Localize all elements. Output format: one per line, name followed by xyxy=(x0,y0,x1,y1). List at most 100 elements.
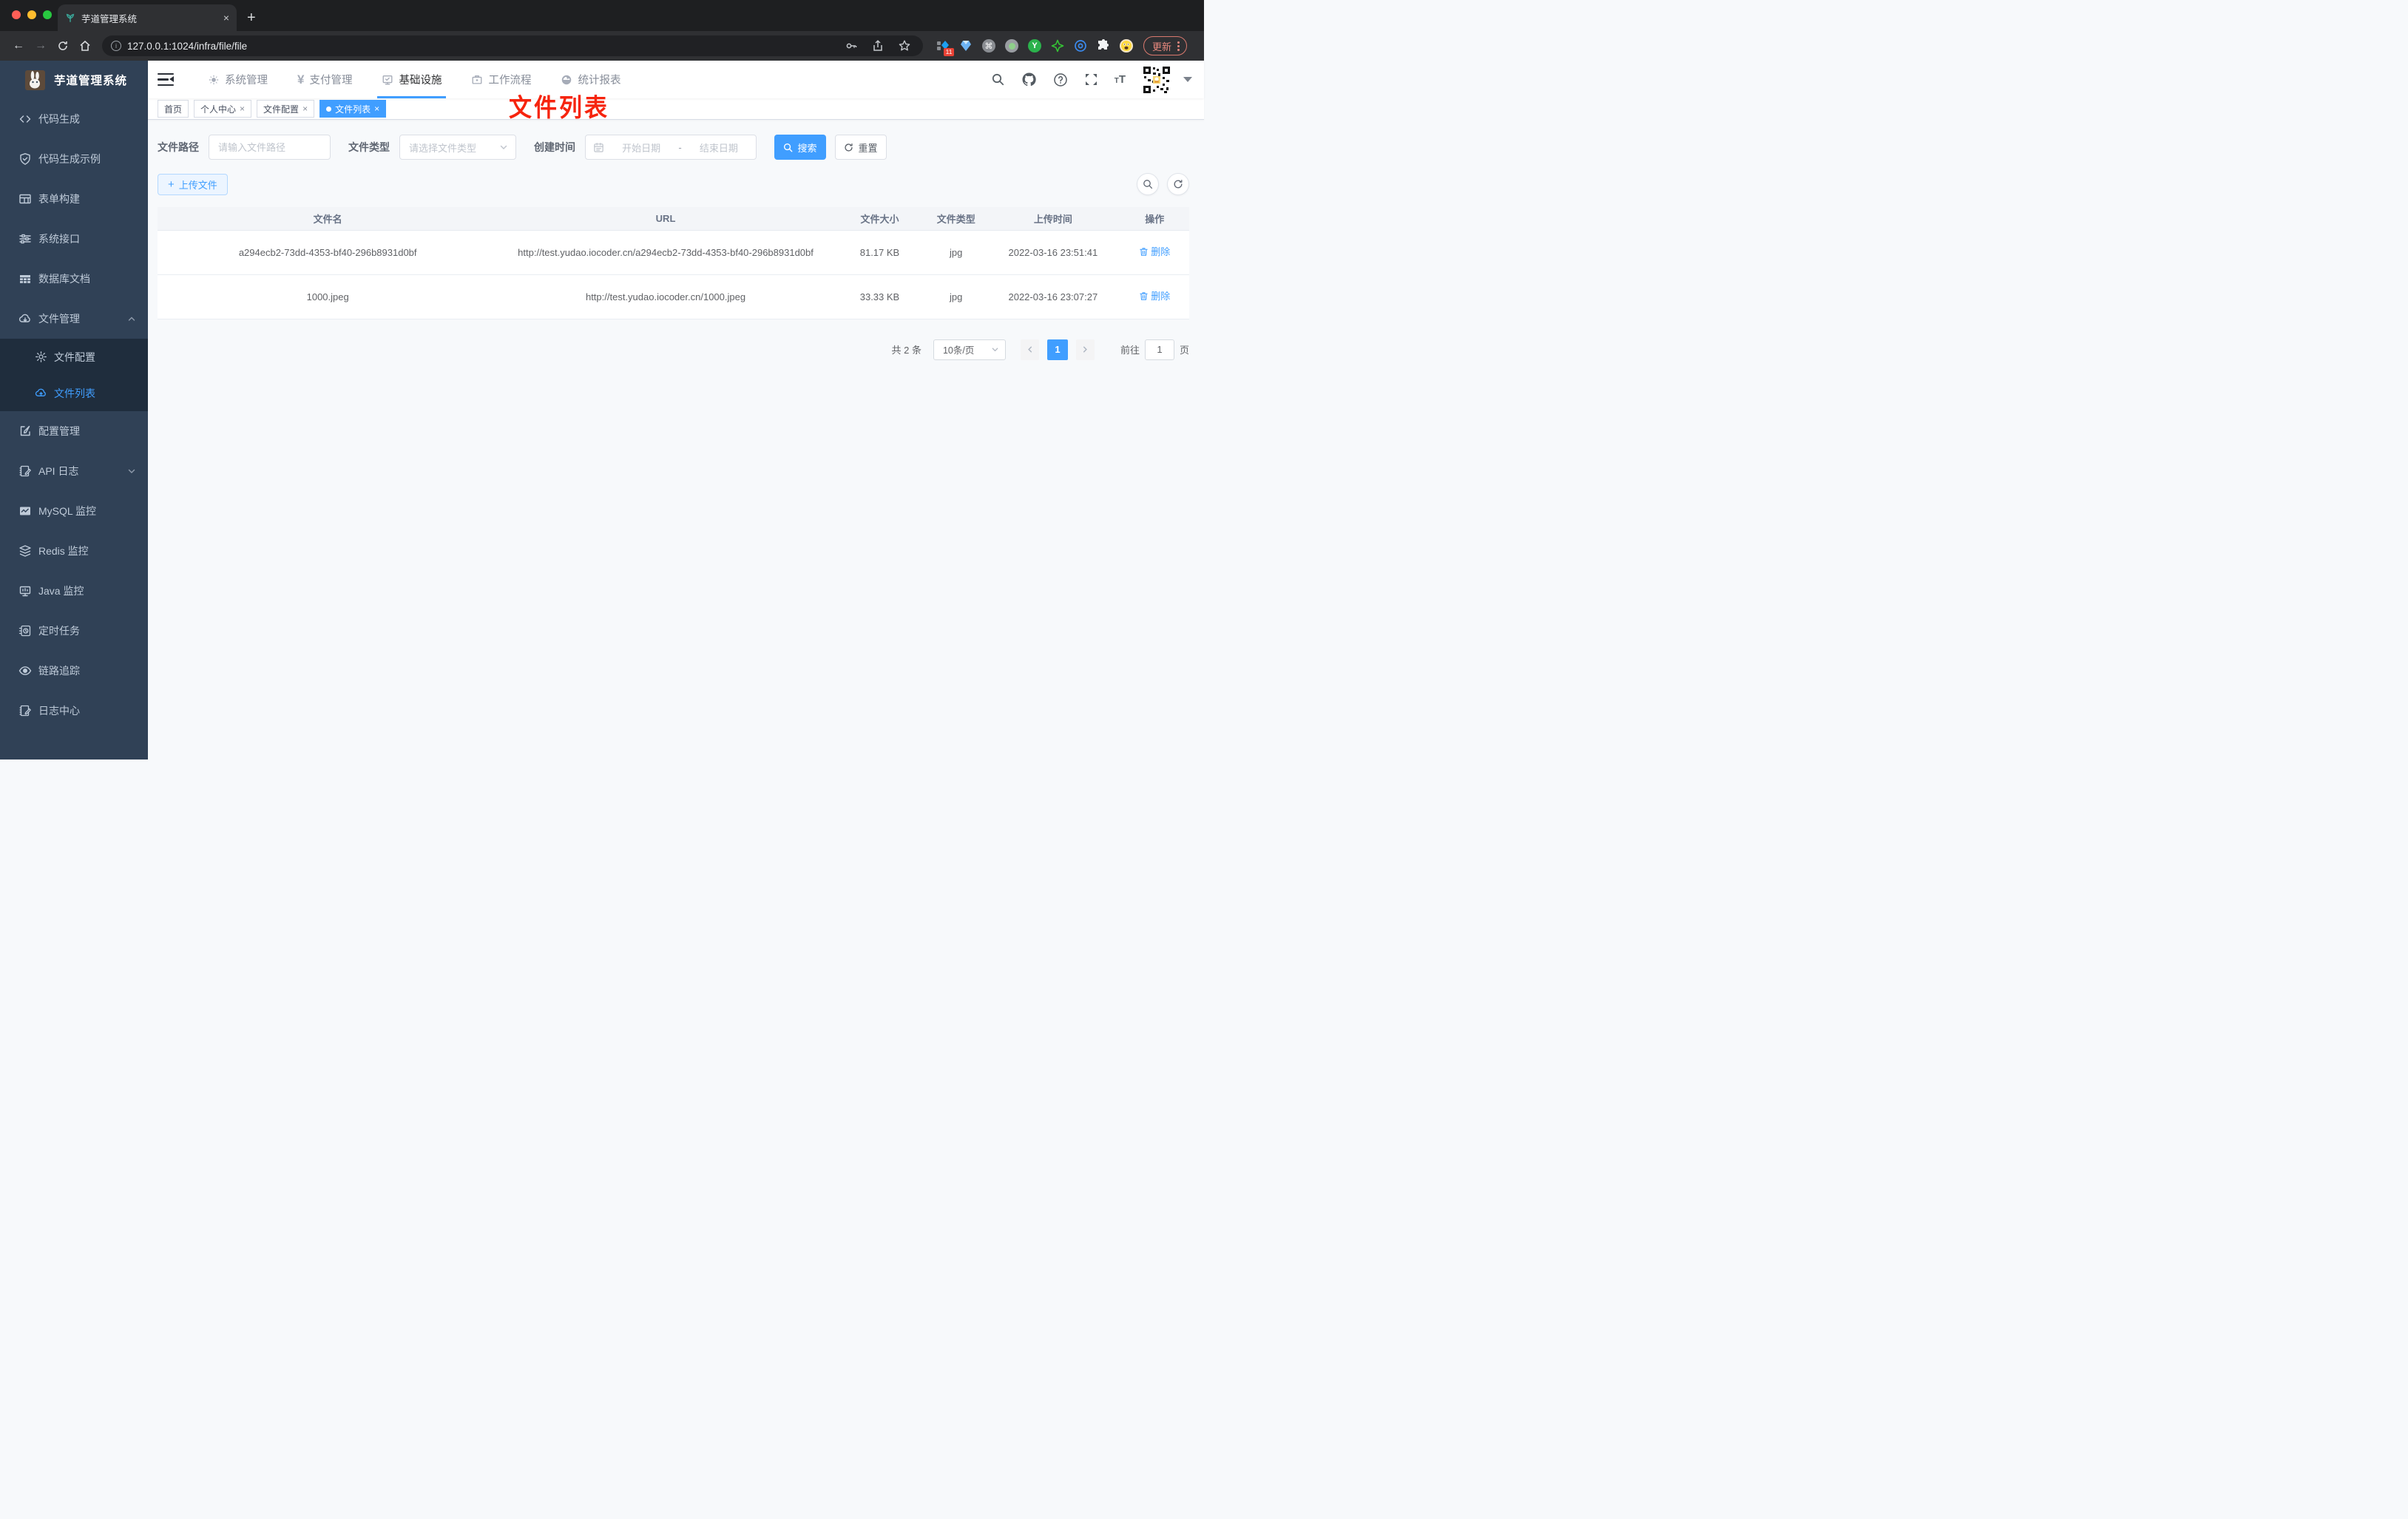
new-tab-button[interactable]: + xyxy=(247,10,256,27)
browser-tab[interactable]: 芋道管理系统 × xyxy=(58,4,237,31)
tag-file-config[interactable]: 文件配置 × xyxy=(257,100,315,118)
sidebar-item-form-builder[interactable]: 表单构建 xyxy=(0,179,148,219)
sidebar-item-config-management[interactable]: 配置管理 xyxy=(0,411,148,451)
prev-page-button[interactable] xyxy=(1020,339,1039,360)
tag-file-list[interactable]: 文件列表 × xyxy=(319,100,387,118)
avatar[interactable] xyxy=(1142,64,1171,95)
github-icon[interactable] xyxy=(1021,72,1037,87)
sidebar-item-mysql-monitor[interactable]: MySQL 监控 xyxy=(0,491,148,531)
tag-profile[interactable]: 个人中心 × xyxy=(194,100,252,118)
filter-form: 文件路径 文件类型 请选择文件类型 创建时间 开始日期 - 结束日期 搜索 xyxy=(158,135,1189,160)
extension-command-icon[interactable]: ⌘ xyxy=(982,39,995,53)
schedule-clock-icon xyxy=(18,625,31,637)
password-key-icon[interactable] xyxy=(845,39,858,53)
trash-icon xyxy=(1140,291,1148,300)
window-close-button[interactable] xyxy=(12,10,21,19)
sidebar-item-system-api[interactable]: 系统接口 xyxy=(0,219,148,259)
sidebar-item-code-example[interactable]: 代码生成示例 xyxy=(0,139,148,179)
extensions-puzzle-icon[interactable] xyxy=(1097,39,1110,53)
upload-file-button[interactable]: + 上传文件 xyxy=(158,173,228,195)
fullscreen-icon[interactable] xyxy=(1084,72,1098,87)
reload-icon[interactable] xyxy=(52,40,74,52)
avatar-caret-icon[interactable] xyxy=(1183,77,1192,82)
gear-icon xyxy=(209,74,219,85)
sidebar-item-redis-monitor[interactable]: Redis 监控 xyxy=(0,531,148,571)
table-icon xyxy=(20,275,30,283)
start-date-placeholder: 开始日期 xyxy=(622,142,661,154)
search-icon[interactable] xyxy=(991,72,1005,87)
sidebar-item-file-management[interactable]: 文件管理 xyxy=(0,299,148,339)
page-unit-label: 页 xyxy=(1179,345,1189,356)
font-size-icon[interactable]: TT xyxy=(1115,73,1126,86)
top-nav-infrastructure[interactable]: 基础设施 xyxy=(367,61,456,98)
cell-url: http://test.yudao.iocoder.cn/a294ecb2-73… xyxy=(498,230,833,275)
search-icon xyxy=(784,143,793,152)
cloud-upload-icon xyxy=(35,388,46,396)
sidebar-item-log-center[interactable]: 日志中心 xyxy=(0,691,148,731)
current-page[interactable]: 1 xyxy=(1046,339,1068,360)
chrome-update-button[interactable]: 更新 xyxy=(1143,36,1188,55)
url-bar[interactable]: i 127.0.0.1:1024/infra/file/file xyxy=(102,35,923,56)
extension-gem-icon[interactable] xyxy=(959,39,973,53)
goto-page-input[interactable] xyxy=(1144,339,1174,360)
sidebar-item-scheduled-tasks[interactable]: 定时任务 xyxy=(0,611,148,651)
refresh-icon xyxy=(845,143,853,152)
refresh-icon xyxy=(1174,180,1183,189)
tag-close-icon[interactable]: × xyxy=(374,104,379,114)
extension-badge: 11 xyxy=(944,47,954,56)
window-controls[interactable] xyxy=(12,10,52,19)
sidebar-item-java-monitor[interactable]: Java 监控 xyxy=(0,571,148,611)
file-path-input[interactable] xyxy=(209,135,331,160)
sidebar-item-tracing[interactable]: 链路追踪 xyxy=(0,651,148,691)
cell-type: jpg xyxy=(926,230,987,275)
help-icon[interactable] xyxy=(1053,72,1068,87)
refresh-table-button[interactable] xyxy=(1167,173,1189,195)
browser-menu-icon[interactable] xyxy=(1177,41,1180,51)
sidebar-item-code-generation[interactable]: 代码生成 xyxy=(0,99,148,139)
extension-dot-icon[interactable] xyxy=(1005,39,1018,53)
extension-tampermonkey-icon[interactable]: 11 xyxy=(936,39,954,56)
tab-close-icon[interactable]: × xyxy=(223,12,229,24)
sidebar-item-api-log[interactable]: API 日志 xyxy=(0,451,148,491)
window-zoom-button[interactable] xyxy=(43,10,52,19)
site-info-icon[interactable]: i xyxy=(111,41,121,51)
sidebar-item-file-list[interactable]: 文件列表 xyxy=(0,375,148,411)
sidebar-item-db-doc[interactable]: 数据库文档 xyxy=(0,259,148,299)
search-button[interactable]: 搜索 xyxy=(774,135,826,160)
file-type-select[interactable]: 请选择文件类型 xyxy=(399,135,516,160)
shield-check-icon xyxy=(20,153,30,165)
total-count: 共 2 条 xyxy=(891,345,921,356)
tag-home[interactable]: 首页 xyxy=(158,100,189,118)
sidebar-item-file-config[interactable]: 文件配置 xyxy=(0,339,148,375)
back-icon[interactable]: ← xyxy=(7,39,30,53)
delete-button[interactable]: 删除 xyxy=(1139,288,1170,304)
edit-square-icon xyxy=(20,425,30,436)
share-icon[interactable] xyxy=(871,39,885,53)
forward-icon[interactable]: → xyxy=(30,39,52,53)
header-actions: TT xyxy=(991,64,1192,95)
delete-button[interactable]: 删除 xyxy=(1139,244,1170,260)
top-nav-system[interactable]: 系统管理 xyxy=(193,61,283,98)
chevron-right-icon xyxy=(1083,346,1087,353)
cell-size: 33.33 KB xyxy=(833,274,927,319)
tag-close-icon[interactable]: × xyxy=(302,104,308,114)
reset-button[interactable]: 重置 xyxy=(835,135,887,160)
profile-emoji-icon[interactable] xyxy=(1120,39,1133,53)
sidebar-logo[interactable]: 芋道管理系统 xyxy=(0,61,148,99)
toggle-search-button[interactable] xyxy=(1137,173,1159,195)
extension-star-icon[interactable] xyxy=(1051,39,1064,53)
extension-y-icon[interactable]: Y xyxy=(1028,39,1041,53)
home-icon[interactable] xyxy=(74,40,96,52)
tags-bar: 首页 个人中心 × 文件配置 × 文件列表 × xyxy=(148,98,1204,120)
extension-eye-icon[interactable] xyxy=(1074,39,1087,53)
top-nav-payment[interactable]: ¥ 支付管理 xyxy=(283,61,367,98)
date-range-picker[interactable]: 开始日期 - 结束日期 xyxy=(585,135,757,160)
next-page-button[interactable] xyxy=(1075,339,1095,360)
bookmark-star-icon[interactable] xyxy=(898,39,911,53)
page-size-select[interactable]: 10条/页 xyxy=(933,339,1006,360)
trash-icon xyxy=(1140,247,1148,256)
file-table: 文件名 URL 文件大小 文件类型 上传时间 操作 a294ecb2-73dd-… xyxy=(158,207,1189,319)
window-minimize-button[interactable] xyxy=(27,10,36,19)
tag-close-icon[interactable]: × xyxy=(240,104,245,114)
sidebar-collapse-icon[interactable] xyxy=(158,72,174,87)
